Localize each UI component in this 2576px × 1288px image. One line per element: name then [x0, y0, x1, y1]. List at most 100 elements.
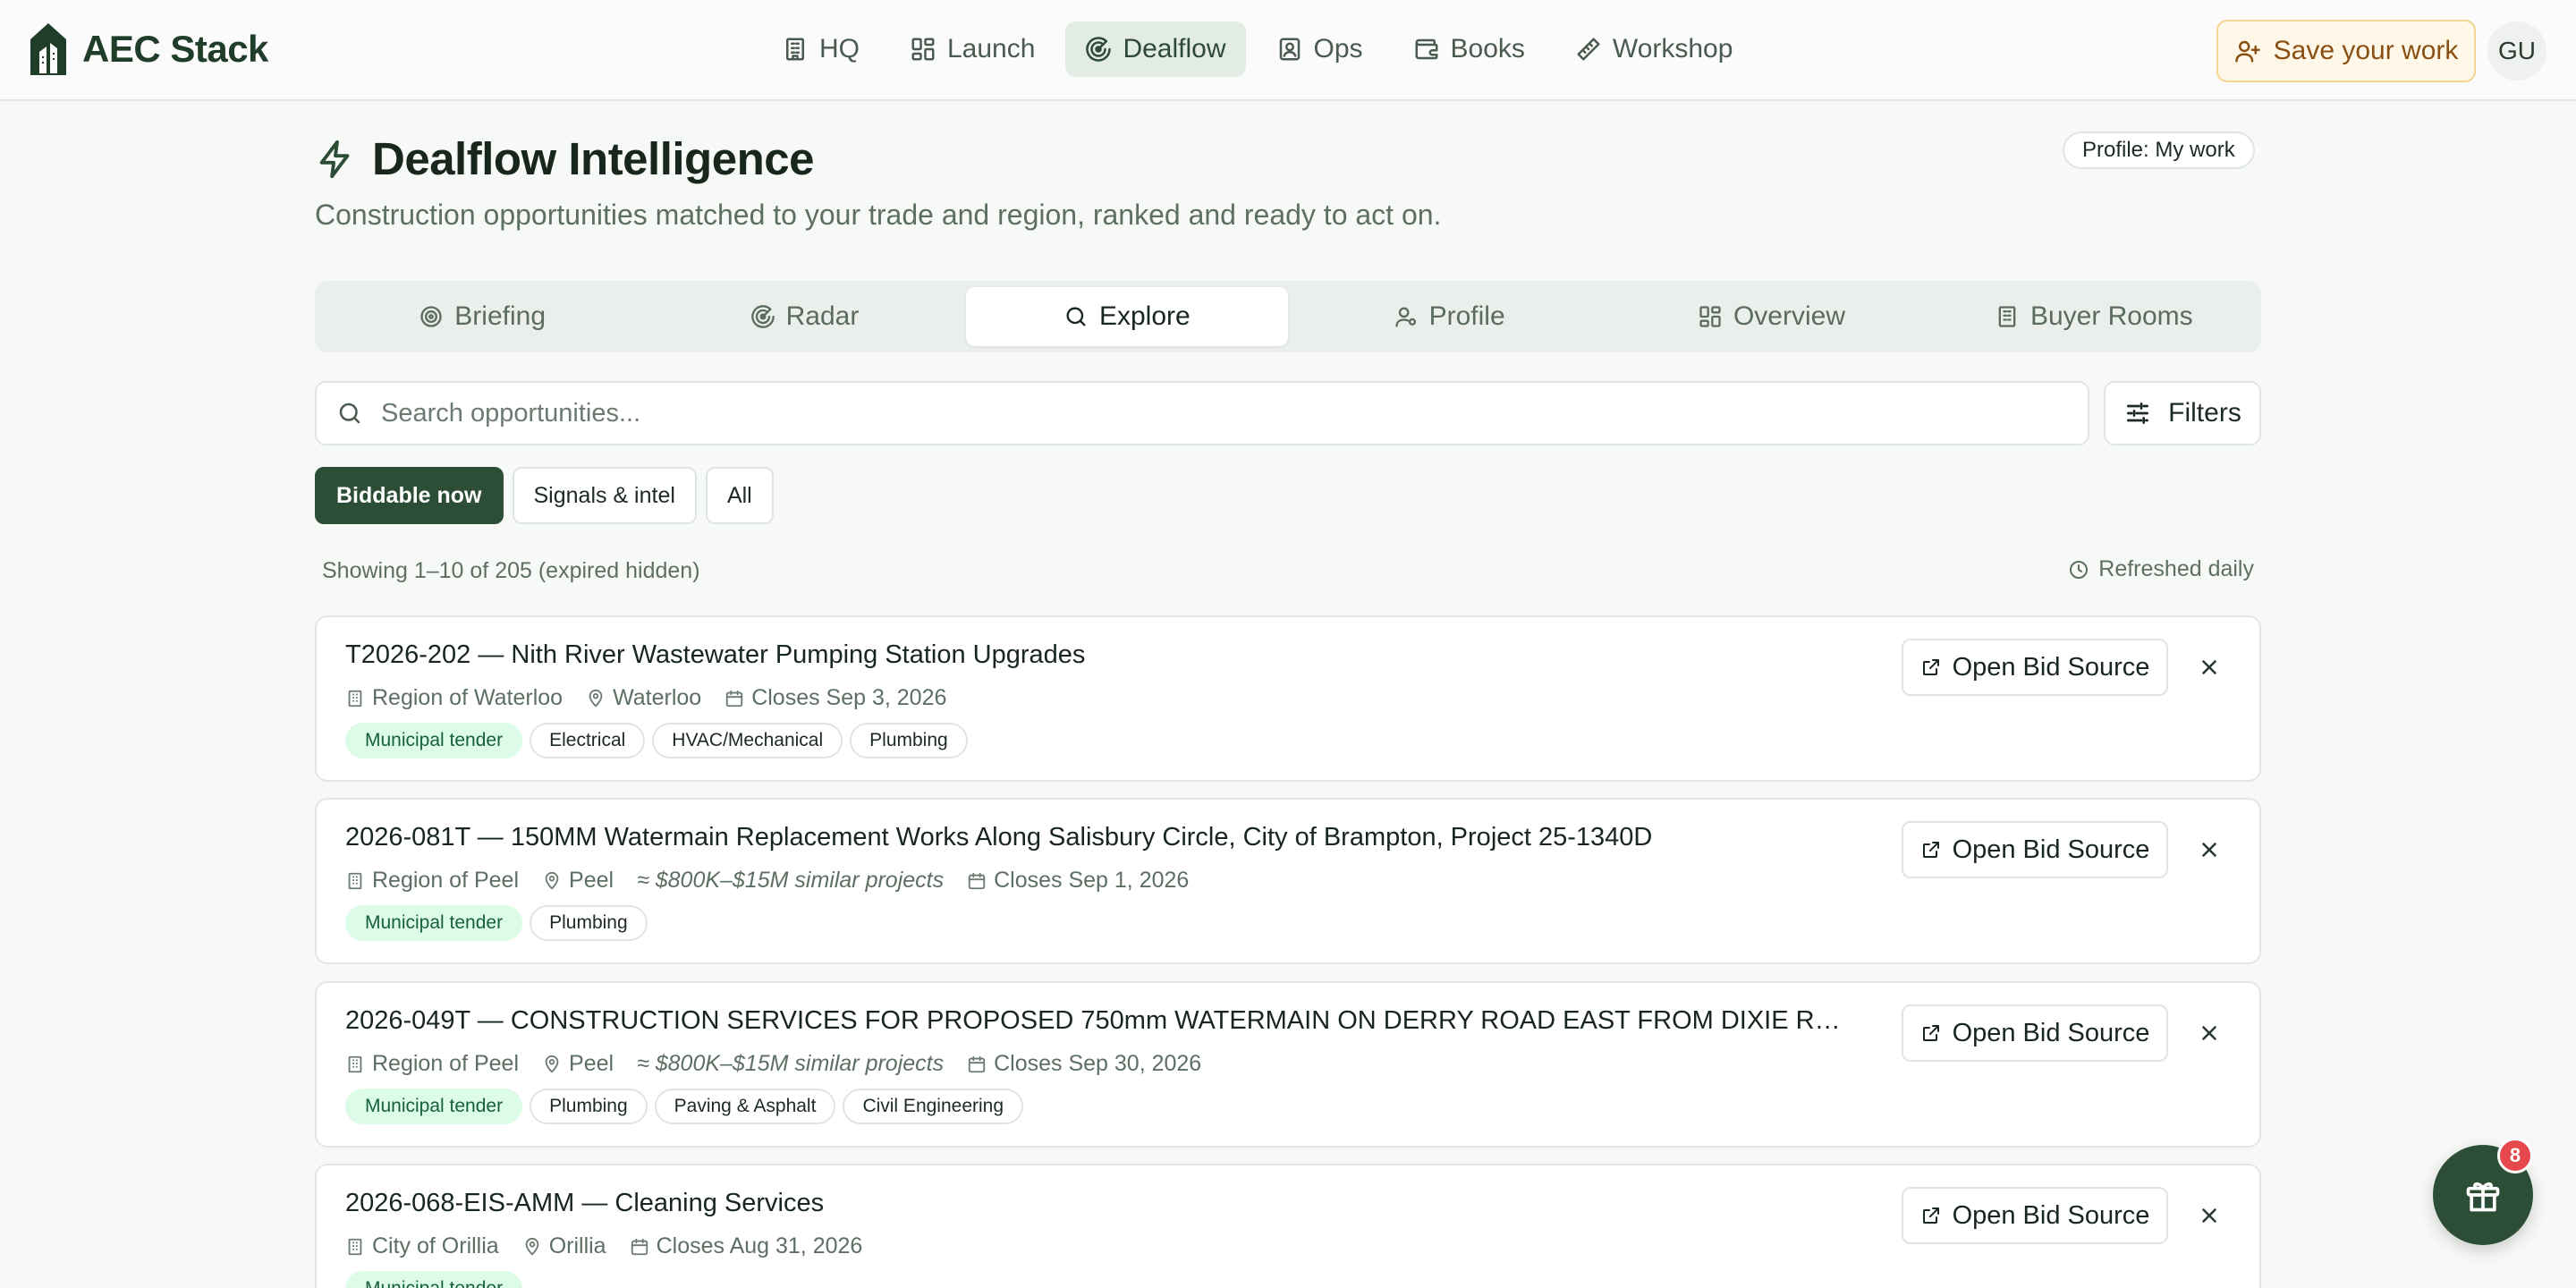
- opportunity-card[interactable]: 2026-049T — CONSTRUCTION SERVICES FOR PR…: [315, 981, 2261, 1148]
- trade-tags: Municipal tender Plumbing Paving & Aspha…: [345, 1089, 1024, 1124]
- results-count: Showing 1–10 of 205 (expired hidden): [322, 558, 700, 583]
- closing-date: Closes Sep 30, 2026: [967, 1051, 1201, 1077]
- nav-item-label: Dealflow: [1123, 34, 1226, 64]
- open-bid-source-label: Open Bid Source: [1952, 1018, 2150, 1047]
- tag: Municipal tender: [345, 1271, 523, 1288]
- segment-all[interactable]: All: [705, 467, 774, 524]
- tag: Municipal tender: [345, 905, 523, 941]
- external-link-icon: [1920, 657, 1942, 678]
- nav-item-label: Books: [1450, 34, 1525, 64]
- main-nav: HQ Launch Dealflow Ops Books Workshop: [762, 21, 1752, 77]
- user-gear-icon: [1394, 304, 1419, 329]
- opportunity-title[interactable]: 2026-068-EIS-AMM — Cleaning Services: [345, 1189, 824, 1218]
- tab-explore[interactable]: Explore: [965, 287, 1288, 346]
- tag: Plumbing: [530, 905, 648, 941]
- open-bid-source-button[interactable]: Open Bid Source: [1902, 639, 2168, 696]
- location: Waterloo: [586, 685, 701, 711]
- tab-radar[interactable]: Radar: [643, 287, 965, 346]
- dealflow-tabs: Briefing Radar Explore Profile Overview …: [315, 281, 2261, 352]
- tag: Civil Engineering: [843, 1089, 1024, 1124]
- trade-tags: Municipal tender: [345, 1271, 523, 1288]
- page-title-row: Dealflow Intelligence: [315, 132, 814, 185]
- gift-icon: [2463, 1175, 2503, 1215]
- tab-label: Explore: [1098, 301, 1191, 331]
- search-box: [315, 381, 2089, 445]
- search-input[interactable]: [381, 398, 2036, 428]
- calendar-icon: [967, 1055, 987, 1074]
- map-pin-icon: [542, 1055, 562, 1074]
- open-bid-source-label: Open Bid Source: [1952, 835, 2150, 864]
- refresh-label: Refreshed daily: [2098, 556, 2254, 581]
- tag: Plumbing: [530, 1089, 648, 1124]
- user-plus-icon: [2234, 38, 2261, 64]
- search-icon: [1063, 304, 1089, 329]
- tab-label: Profile: [1428, 301, 1505, 331]
- open-bid-source-button[interactable]: Open Bid Source: [1902, 1004, 2168, 1062]
- nav-item-ops[interactable]: Ops: [1257, 21, 1383, 77]
- tab-buyer-rooms[interactable]: Buyer Rooms: [1933, 287, 2255, 346]
- save-work-label: Save your work: [2273, 36, 2459, 65]
- location: Orillia: [522, 1233, 606, 1259]
- opportunity-card[interactable]: 2026-081T — 150MM Watermain Replacement …: [315, 798, 2261, 964]
- open-bid-source-label: Open Bid Source: [1952, 1200, 2150, 1230]
- location-name: Orillia: [548, 1233, 606, 1258]
- sliders-icon: [2123, 399, 2152, 428]
- search-icon: [336, 400, 363, 427]
- nav-item-books[interactable]: Books: [1394, 21, 1545, 77]
- tab-overview[interactable]: Overview: [1610, 287, 1932, 346]
- lightning-icon: [315, 139, 356, 180]
- opportunity-meta: Region of Waterloo Waterloo Closes Sep 3…: [345, 685, 946, 711]
- value-estimate: ≈ $800K–$15M similar projects: [637, 1051, 945, 1076]
- segment-biddable-now[interactable]: Biddable now: [315, 467, 504, 524]
- closing-date: Closes Aug 31, 2026: [630, 1233, 862, 1259]
- opportunity-title[interactable]: T2026-202 — Nith River Wastewater Pumpin…: [345, 640, 1085, 670]
- filters-label: Filters: [2168, 398, 2241, 428]
- opportunity-card[interactable]: T2026-202 — Nith River Wastewater Pumpin…: [315, 615, 2261, 782]
- open-bid-source-button[interactable]: Open Bid Source: [1902, 1187, 2168, 1244]
- nav-item-label: HQ: [819, 34, 860, 64]
- tab-briefing[interactable]: Briefing: [321, 287, 643, 346]
- opportunity-card[interactable]: 2026-068-EIS-AMM — Cleaning Services Cit…: [315, 1164, 2261, 1288]
- value-estimate: ≈ $800K–$15M similar projects: [637, 868, 945, 893]
- building-icon: [345, 871, 365, 891]
- save-work-button[interactable]: Save your work: [2216, 20, 2476, 82]
- profile-pill[interactable]: Profile: My work: [2063, 131, 2255, 169]
- building-icon: [1995, 304, 2020, 329]
- dismiss-button[interactable]: [2191, 1198, 2227, 1233]
- segment-signals-intel[interactable]: Signals & intel: [512, 467, 697, 524]
- external-link-icon: [1920, 1205, 1942, 1226]
- buyer-name: Region of Peel: [372, 1051, 520, 1076]
- opportunity-title[interactable]: 2026-081T — 150MM Watermain Replacement …: [345, 823, 1652, 852]
- open-bid-source-button[interactable]: Open Bid Source: [1902, 821, 2168, 878]
- avatar[interactable]: GU: [2487, 21, 2546, 80]
- radar-icon: [750, 304, 775, 329]
- dismiss-button[interactable]: [2191, 649, 2227, 685]
- nav-item-label: Workshop: [1612, 34, 1733, 64]
- dismiss-button[interactable]: [2191, 1015, 2227, 1051]
- wallet-icon: [1413, 36, 1440, 63]
- nav-item-dealflow[interactable]: Dealflow: [1065, 21, 1246, 77]
- filters-button[interactable]: Filters: [2104, 381, 2261, 445]
- trade-tags: Municipal tender Plumbing: [345, 905, 648, 941]
- calendar-icon: [967, 871, 987, 891]
- buyer-name: Region of Waterloo: [372, 685, 564, 710]
- status-segments: Biddable now Signals & intel All: [315, 467, 774, 524]
- location: Peel: [542, 868, 614, 894]
- closing-label: Closes Sep 30, 2026: [994, 1051, 1202, 1076]
- nav-item-launch[interactable]: Launch: [890, 21, 1055, 77]
- clock-icon: [2068, 559, 2089, 580]
- tab-profile[interactable]: Profile: [1288, 287, 1610, 346]
- tab-label: Radar: [785, 301, 860, 331]
- open-bid-source-label: Open Bid Source: [1952, 652, 2150, 682]
- location-name: Peel: [569, 1051, 614, 1076]
- closing-date: Closes Sep 3, 2026: [724, 685, 946, 711]
- dismiss-button[interactable]: [2191, 832, 2227, 868]
- nav-item-workshop[interactable]: Workshop: [1555, 21, 1753, 77]
- opportunity-meta: Region of Peel Peel ≈ $800K–$15M similar…: [345, 1051, 1201, 1077]
- opportunity-title[interactable]: 2026-049T — CONSTRUCTION SERVICES FOR PR…: [345, 1006, 1848, 1036]
- external-link-icon: [1920, 839, 1942, 860]
- nav-item-hq[interactable]: HQ: [762, 21, 879, 77]
- notification-badge: 8: [2497, 1138, 2533, 1174]
- id-badge-icon: [1276, 36, 1303, 63]
- app-logo[interactable]: AEC Stack: [27, 21, 268, 77]
